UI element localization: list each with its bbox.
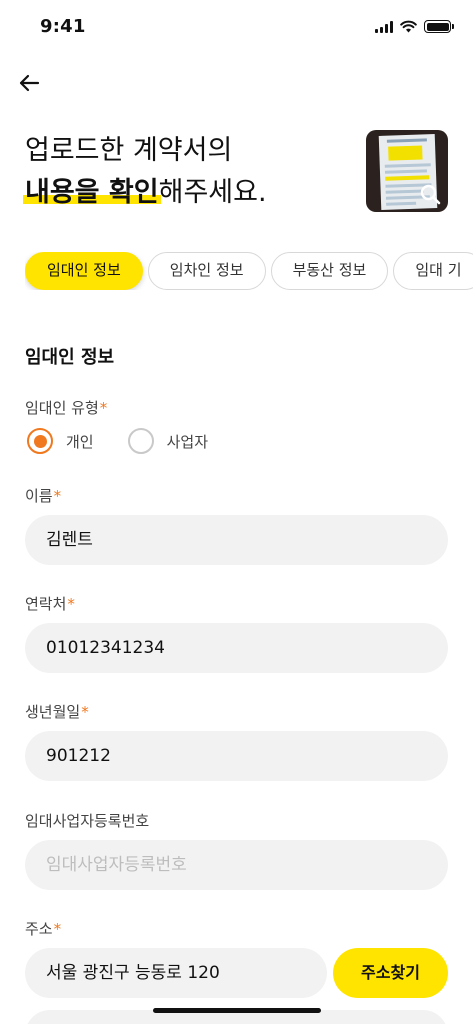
- home-indicator: [153, 1008, 321, 1013]
- birth-date-field[interactable]: 901212: [25, 731, 448, 781]
- required-mark: *: [99, 399, 108, 417]
- business-number-label: 임대사업자등록번호: [25, 812, 150, 830]
- required-mark: *: [81, 703, 89, 721]
- name-label-text: 이름: [25, 487, 53, 505]
- heading-line2: 내용을 확인해주세요.: [25, 172, 267, 214]
- radio-checked-icon: [27, 428, 53, 454]
- tab-lease-period[interactable]: 임대 기: [393, 252, 473, 290]
- heading-highlight: 내용을 확인: [25, 177, 159, 208]
- radio-individual[interactable]: 개인: [27, 428, 94, 454]
- phone-label: 연락처*: [25, 593, 75, 614]
- radio-individual-label: 개인: [66, 432, 94, 451]
- phone-field[interactable]: 01012341234: [25, 623, 448, 673]
- name-field[interactable]: 김렌트: [25, 515, 448, 565]
- address-label-text: 주소: [25, 920, 53, 938]
- name-label: 이름*: [25, 485, 61, 506]
- address-field[interactable]: 서울 광진구 능동로 120: [25, 948, 327, 998]
- required-mark: *: [53, 487, 62, 505]
- business-number-field[interactable]: 임대사업자등록번호: [25, 840, 448, 890]
- radio-unchecked-icon: [127, 428, 154, 454]
- tab-property-info[interactable]: 부동산 정보: [270, 252, 389, 290]
- landlord-type-radio-group: 개인 사업자: [27, 428, 242, 454]
- birth-date-label-text: 생년월일: [25, 703, 81, 721]
- section-title: 임대인 정보: [25, 347, 115, 368]
- contract-thumbnail[interactable]: [366, 130, 448, 212]
- phone-label-text: 연락처: [25, 595, 67, 613]
- back-button[interactable]: [14, 68, 44, 98]
- radio-business-label: 사업자: [166, 432, 209, 451]
- page-heading: 업로드한 계약서의 내용을 확인해주세요.: [25, 130, 267, 214]
- birth-date-label: 생년월일*: [25, 701, 89, 722]
- status-bar: 9:41: [0, 0, 473, 56]
- landlord-type-label-text: 임대인 유형: [25, 399, 99, 417]
- status-icons: [375, 20, 454, 33]
- tab-tenant-info[interactable]: 임차인 정보: [147, 252, 266, 290]
- required-mark: *: [67, 595, 75, 613]
- heading-rest: 해주세요.: [158, 177, 267, 208]
- arrow-left-icon: [19, 74, 40, 92]
- radio-business[interactable]: 사업자: [127, 428, 209, 454]
- landlord-type-label: 임대인 유형*: [25, 397, 107, 418]
- info-tabs: 임대인 정보 임차인 정보 부동산 정보 임대 기: [25, 252, 473, 290]
- status-time: 9:41: [40, 16, 86, 37]
- wifi-icon: [400, 20, 417, 33]
- cellular-signal-icon: [375, 20, 393, 33]
- battery-icon: [424, 20, 454, 33]
- search-icon: [420, 184, 441, 205]
- tab-landlord-info[interactable]: 임대인 정보: [25, 252, 143, 290]
- required-mark: *: [53, 920, 62, 938]
- heading-line1: 업로드한 계약서의: [25, 135, 233, 166]
- address-label: 주소*: [25, 918, 61, 939]
- search-address-button[interactable]: 주소찾기: [333, 948, 448, 998]
